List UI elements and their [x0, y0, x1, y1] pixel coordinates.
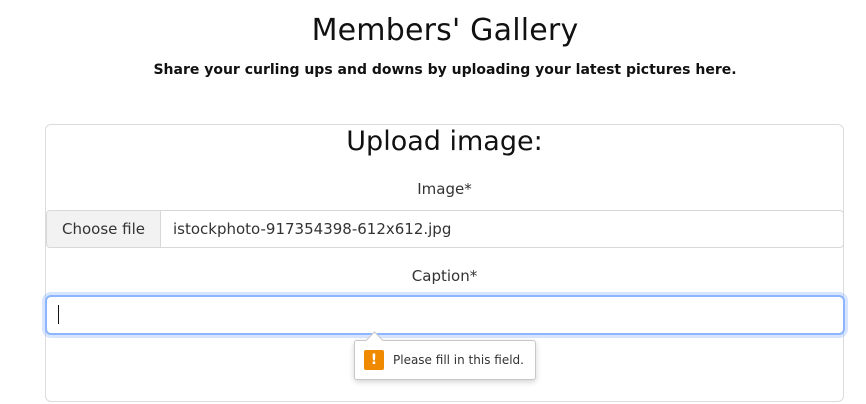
page-subtitle: Share your curling ups and downs by uplo… [153, 62, 737, 78]
validation-tooltip: ! Please fill in this field. [354, 331, 536, 380]
upload-panel: Upload image: Image* Choose file istockp… [45, 124, 845, 402]
image-file-input[interactable]: Choose file istockphoto-917354398-612x61… [46, 210, 844, 248]
caption-input[interactable] [45, 295, 845, 335]
upload-panel-title: Upload image: [346, 126, 543, 157]
warning-icon: ! [364, 350, 384, 370]
page-title: Members' Gallery [311, 13, 579, 48]
validation-message: Please fill in this field. [393, 353, 524, 367]
page: Members' Gallery Share your curling ups … [0, 0, 866, 404]
choose-file-button[interactable]: Choose file [47, 211, 161, 247]
image-field-label: Image* [417, 180, 472, 198]
selected-file-name: istockphoto-917354398-612x612.jpg [173, 220, 452, 238]
caption-field-label: Caption* [411, 267, 478, 285]
text-caret [58, 305, 59, 324]
